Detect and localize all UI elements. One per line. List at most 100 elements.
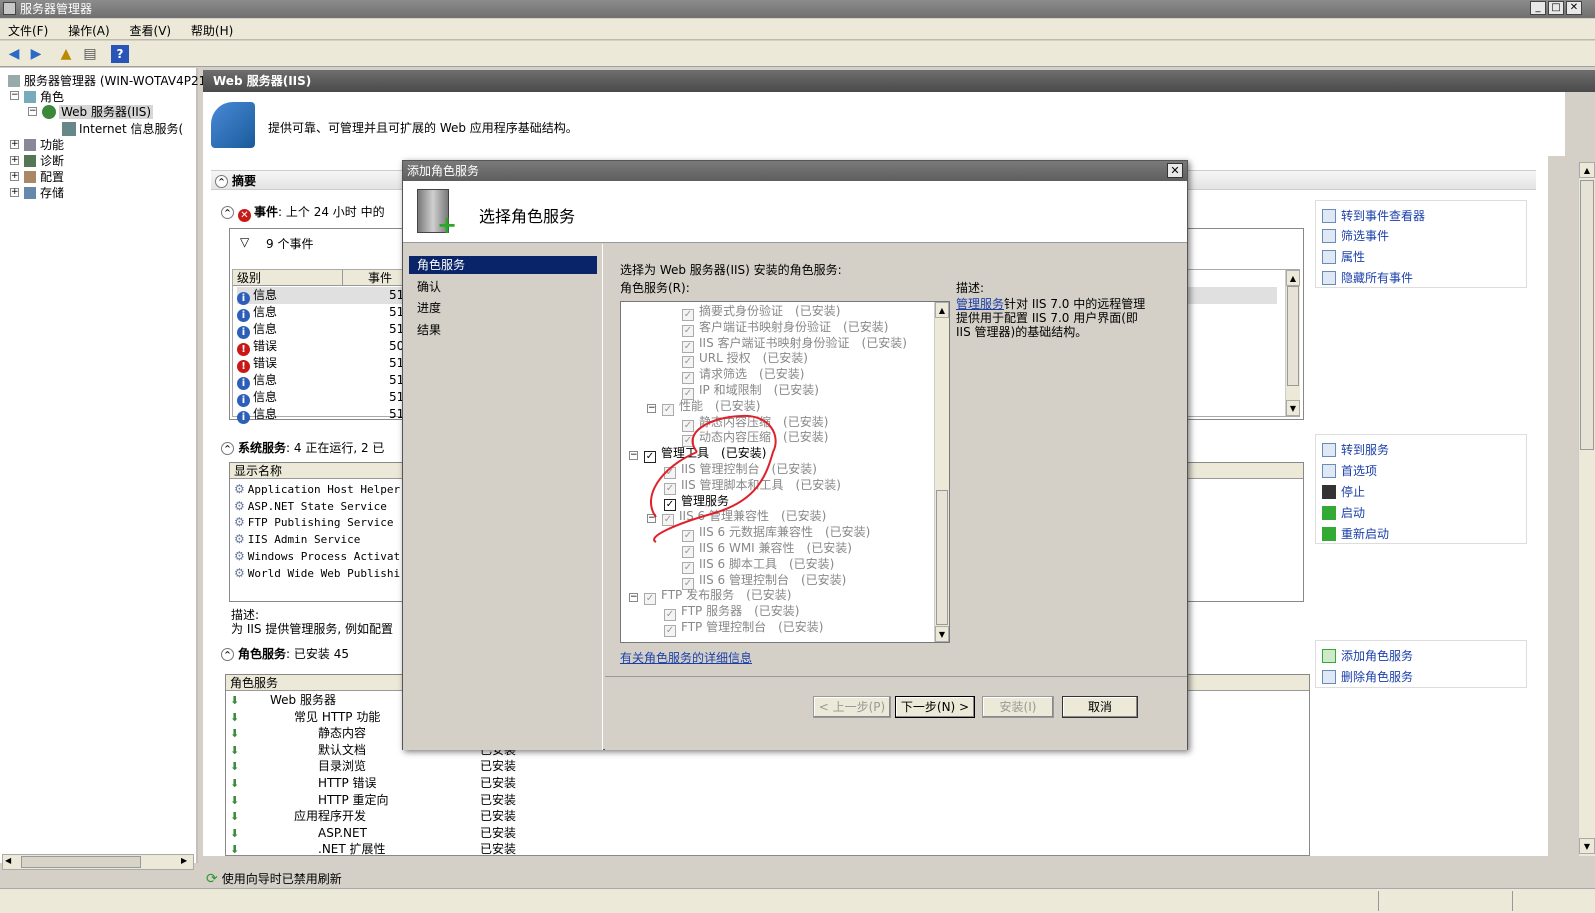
service-row[interactable]: ⚙ IIS Admin Service: [234, 531, 360, 548]
service-name: ASP.NET State Service: [247, 499, 387, 513]
collapse-events-icon[interactable]: ^: [221, 206, 234, 219]
role-name: 常见 HTTP 功能: [294, 709, 381, 724]
tree-item-storage[interactable]: 存储: [24, 184, 64, 201]
action-goto-services[interactable]: 转到服务: [1322, 441, 1389, 458]
events-vscrollbar[interactable]: ▲ ▼: [1285, 270, 1300, 416]
action-properties[interactable]: 属性: [1322, 248, 1365, 265]
role-services-label: 角色服务(R):: [620, 281, 690, 295]
roles-actions: 添加角色服务 删除角色服务: [1315, 640, 1527, 688]
role-row[interactable]: ⬇ .NET 扩展性 已安装: [230, 841, 630, 858]
help-icon[interactable]: ?: [111, 45, 129, 63]
scroll-down-icon[interactable]: ▼: [1286, 400, 1300, 416]
expand-config-toggle[interactable]: +: [10, 172, 19, 181]
prev-button[interactable]: < 上一步(P): [813, 696, 891, 718]
action-hide-events[interactable]: 隐藏所有事件: [1322, 269, 1413, 286]
service-row[interactable]: ⚙ ASP.NET State Service: [234, 498, 387, 515]
menu-help[interactable]: 帮助(H): [183, 19, 241, 42]
service-row[interactable]: ⚙ Application Host Helper...: [234, 481, 420, 498]
scroll-left-icon[interactable]: ◀: [5, 856, 11, 865]
action-preferences[interactable]: 首选项: [1322, 462, 1377, 479]
role-row[interactable]: ⬇ HTTP 重定向 已安装: [230, 792, 630, 809]
service-row[interactable]: ⚙ Windows Process Activat...: [234, 548, 420, 565]
collapse-services-icon[interactable]: ^: [221, 442, 234, 455]
tree-item-config[interactable]: 配置: [24, 168, 64, 185]
tree-hscrollbar[interactable]: ◀ ▶: [2, 854, 194, 870]
tree-item-web-server[interactable]: Web 服务器(IIS): [42, 103, 154, 120]
menu-file[interactable]: 文件(F): [0, 19, 56, 42]
installed-icon: ⬇: [230, 760, 240, 774]
action-filter-events[interactable]: 筛选事件: [1322, 227, 1389, 244]
tree-item-diagnostics[interactable]: 诊断: [24, 152, 64, 169]
main-description: 提供可靠、可管理并且可扩展的 Web 应用程序基础结构。: [268, 121, 578, 135]
step-results[interactable]: 结果: [409, 321, 597, 339]
service-gear-icon: ⚙: [234, 515, 245, 530]
dialog-close-button[interactable]: ✕: [1167, 163, 1183, 178]
tree-item-iis-manager[interactable]: Internet 信息服务(: [62, 120, 183, 137]
scroll-down-icon[interactable]: ▼: [1579, 838, 1595, 854]
back-arrow-icon[interactable]: ◀: [5, 45, 23, 63]
scroll-up-icon[interactable]: ▲: [1286, 270, 1300, 286]
close-button[interactable]: ✕: [1566, 1, 1582, 15]
action-remove-role-services[interactable]: 删除角色服务: [1322, 668, 1413, 685]
system-services-header[interactable]: ^ 系统服务: 4 正在运行, 2 已: [221, 438, 384, 458]
main-vscrollbar[interactable]: ▲ ▼: [1578, 162, 1595, 856]
events-actions: 转到事件查看器 筛选事件 属性 隐藏所有事件: [1315, 200, 1527, 288]
toolbar: ◀ ▶ ▲ ▤ ?: [0, 41, 1595, 67]
cancel-button[interactable]: 取消: [1062, 696, 1138, 718]
maximize-button[interactable]: □: [1548, 1, 1564, 15]
expand-web-toggle[interactable]: −: [28, 107, 37, 116]
tree-item-features[interactable]: 功能: [24, 136, 64, 153]
expand-features-toggle[interactable]: +: [10, 140, 19, 149]
more-info-link[interactable]: 有关角色服务的详细信息: [620, 649, 752, 666]
show-pane-icon[interactable]: ▤: [81, 45, 99, 63]
events-header[interactable]: ^ ✕ 事件: 上个 24 小时 中的: [221, 202, 385, 222]
scroll-thumb[interactable]: [1287, 286, 1299, 386]
step-confirm[interactable]: 确认: [409, 278, 597, 296]
installed-icon: ⬇: [230, 727, 240, 741]
remove-icon: [1322, 670, 1336, 684]
collapse-summary-icon[interactable]: ^: [215, 175, 228, 188]
status-divider: [1378, 891, 1379, 911]
role-status: 已安装: [480, 776, 517, 790]
scroll-thumb[interactable]: [21, 856, 141, 868]
menu-view[interactable]: 查看(V): [122, 19, 180, 42]
scroll-thumb[interactable]: [1580, 180, 1594, 450]
web-server-icon: [211, 102, 255, 148]
menu-action[interactable]: 操作(A): [60, 19, 118, 42]
expand-storage-toggle[interactable]: +: [10, 188, 19, 197]
status-bar: [0, 888, 1595, 913]
role-row[interactable]: ⬇ 目录浏览 已安装: [230, 758, 630, 775]
action-stop[interactable]: 停止: [1322, 483, 1365, 500]
filter-icon[interactable]: ▽: [240, 235, 249, 249]
minimize-button[interactable]: _: [1530, 1, 1546, 15]
tree-root[interactable]: 服务器管理器 (WIN-WOTAV4P21S: [8, 72, 214, 89]
action-start[interactable]: 启动: [1322, 504, 1365, 521]
management-service-link[interactable]: 管理服务: [956, 297, 1004, 311]
role-row[interactable]: ⬇ 应用程序开发 已安装: [230, 808, 630, 825]
service-name: Application Host Helper...: [247, 483, 420, 496]
scroll-up-icon[interactable]: ▲: [1579, 162, 1595, 178]
next-button[interactable]: 下一步(N) >: [895, 696, 975, 718]
menu-bar: 文件(F) 操作(A) 查看(V) 帮助(H): [0, 19, 1595, 40]
annotation-stroke: [653, 414, 777, 543]
install-button[interactable]: 安装(I): [982, 696, 1054, 718]
role-services-header[interactable]: ^ 角色服务: 已安装 45: [221, 644, 349, 664]
collapse-roles-icon[interactable]: ^: [221, 648, 234, 661]
scroll-right-icon[interactable]: ▶: [181, 856, 187, 865]
action-restart[interactable]: 重新启动: [1322, 525, 1389, 542]
folder-up-icon[interactable]: ▲: [57, 45, 75, 63]
expand-roles-toggle[interactable]: −: [10, 91, 19, 100]
forward-arrow-icon[interactable]: ▶: [27, 45, 45, 63]
restart-icon: [1322, 527, 1336, 541]
events-col-level[interactable]: 级别: [233, 270, 343, 286]
role-row[interactable]: ⬇ HTTP 错误 已安装: [230, 775, 630, 792]
service-row[interactable]: ⚙ World Wide Web Publishi...: [234, 565, 420, 582]
action-goto-event-viewer[interactable]: 转到事件查看器: [1322, 207, 1425, 224]
service-row[interactable]: ⚙ FTP Publishing Service: [234, 514, 393, 531]
expand-diagnostics-toggle[interactable]: +: [10, 156, 19, 165]
step-role-services[interactable]: 角色服务: [409, 256, 597, 274]
action-add-role-services[interactable]: 添加角色服务: [1322, 647, 1413, 664]
role-row[interactable]: ⬇ ASP.NET 已安装: [230, 825, 630, 842]
step-progress[interactable]: 进度: [409, 299, 597, 317]
event-level: 信息: [253, 373, 278, 387]
